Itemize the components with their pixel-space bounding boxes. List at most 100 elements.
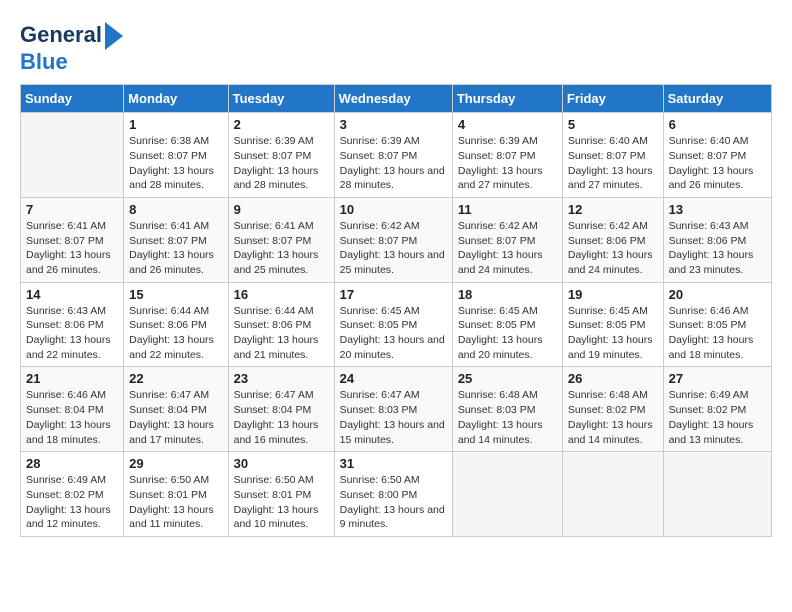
calendar-cell: 10 Sunrise: 6:42 AMSunset: 8:07 PMDayligh…: [334, 197, 452, 282]
calendar-cell: 15 Sunrise: 6:44 AMSunset: 8:06 PMDayligh…: [124, 282, 228, 367]
day-number: 19: [568, 287, 658, 302]
cell-info: Sunrise: 6:40 AMSunset: 8:07 PMDaylight:…: [568, 134, 658, 193]
day-header-thursday: Thursday: [452, 85, 562, 113]
cell-info: Sunrise: 6:48 AMSunset: 8:03 PMDaylight:…: [458, 388, 557, 447]
day-number: 18: [458, 287, 557, 302]
calendar-cell: 19Sunrise: 6:45 AMSunset: 8:05 PMDayligh…: [562, 282, 663, 367]
day-number: 28: [26, 456, 118, 471]
day-header-tuesday: Tuesday: [228, 85, 334, 113]
day-number: 15: [129, 287, 222, 302]
cell-info: Sunrise: 6:43 AMSunset: 8:06 PMDaylight:…: [26, 304, 118, 363]
calendar-cell: 3 Sunrise: 6:39 AMSunset: 8:07 PMDaylight…: [334, 113, 452, 198]
calendar-cell: 27 Sunrise: 6:49 AMSunset: 8:02 PMDayligh…: [663, 367, 771, 452]
calendar-cell: 29 Sunrise: 6:50 AMSunset: 8:01 PMDayligh…: [124, 452, 228, 537]
week-row-2: 7 Sunrise: 6:41 AMSunset: 8:07 PMDaylight…: [21, 197, 772, 282]
cell-info: Sunrise: 6:41 AMSunset: 8:07 PMDaylight:…: [26, 219, 118, 278]
day-header-friday: Friday: [562, 85, 663, 113]
cell-info: Sunrise: 6:46 AMSunset: 8:05 PMDaylight:…: [669, 304, 766, 363]
calendar-cell: 1Sunrise: 6:38 AMSunset: 8:07 PMDaylight…: [124, 113, 228, 198]
week-row-5: 28 Sunrise: 6:49 AMSunset: 8:02 PMDayligh…: [21, 452, 772, 537]
day-number: 27: [669, 371, 766, 386]
day-number: 26: [568, 371, 658, 386]
calendar-cell: 21 Sunrise: 6:46 AMSunset: 8:04 PMDayligh…: [21, 367, 124, 452]
calendar-cell: 24 Sunrise: 6:47 AMSunset: 8:03 PMDayligh…: [334, 367, 452, 452]
calendar-cell: 28 Sunrise: 6:49 AMSunset: 8:02 PMDayligh…: [21, 452, 124, 537]
day-number: 21: [26, 371, 118, 386]
cell-info: Sunrise: 6:48 AMSunset: 8:02 PMDaylight:…: [568, 388, 658, 447]
cell-info: Sunrise: 6:50 AMSunset: 8:01 PMDaylight:…: [129, 473, 222, 532]
cell-info: Sunrise: 6:45 AMSunset: 8:05 PMDaylight:…: [340, 304, 447, 363]
week-row-3: 14 Sunrise: 6:43 AMSunset: 8:06 PMDayligh…: [21, 282, 772, 367]
calendar-cell: 8 Sunrise: 6:41 AMSunset: 8:07 PMDaylight…: [124, 197, 228, 282]
day-number: 24: [340, 371, 447, 386]
day-number: 13: [669, 202, 766, 217]
day-number: 25: [458, 371, 557, 386]
cell-info: Sunrise: 6:45 AMSunset: 8:05 PMDaylight:…: [458, 304, 557, 363]
cell-info: Sunrise: 6:44 AMSunset: 8:06 PMDaylight:…: [129, 304, 222, 363]
calendar-cell: [663, 452, 771, 537]
day-header-saturday: Saturday: [663, 85, 771, 113]
day-number: 23: [234, 371, 329, 386]
day-number: 29: [129, 456, 222, 471]
cell-info: Sunrise: 6:50 AMSunset: 8:01 PMDaylight:…: [234, 473, 329, 532]
cell-info: Sunrise: 6:41 AMSunset: 8:07 PMDaylight:…: [129, 219, 222, 278]
week-row-4: 21 Sunrise: 6:46 AMSunset: 8:04 PMDayligh…: [21, 367, 772, 452]
cell-info: Sunrise: 6:42 AMSunset: 8:07 PMDaylight:…: [458, 219, 557, 278]
cell-info: Sunrise: 6:46 AMSunset: 8:04 PMDaylight:…: [26, 388, 118, 447]
cell-info: Sunrise: 6:47 AMSunset: 8:04 PMDaylight:…: [129, 388, 222, 447]
day-number: 3: [340, 117, 447, 132]
calendar-cell: 16Sunrise: 6:44 AMSunset: 8:06 PMDayligh…: [228, 282, 334, 367]
day-number: 6: [669, 117, 766, 132]
calendar-cell: 13Sunrise: 6:43 AMSunset: 8:06 PMDayligh…: [663, 197, 771, 282]
day-number: 11: [458, 202, 557, 217]
calendar-cell: 4 Sunrise: 6:39 AMSunset: 8:07 PMDaylight…: [452, 113, 562, 198]
calendar-cell: [21, 113, 124, 198]
calendar-cell: 12 Sunrise: 6:42 AMSunset: 8:06 PMDayligh…: [562, 197, 663, 282]
logo-arrow-icon: [105, 22, 123, 50]
day-number: 22: [129, 371, 222, 386]
week-row-1: 1Sunrise: 6:38 AMSunset: 8:07 PMDaylight…: [21, 113, 772, 198]
calendar-cell: 11 Sunrise: 6:42 AMSunset: 8:07 PMDayligh…: [452, 197, 562, 282]
calendar-cell: 14 Sunrise: 6:43 AMSunset: 8:06 PMDayligh…: [21, 282, 124, 367]
cell-info: Sunrise: 6:42 AMSunset: 8:07 PMDaylight:…: [340, 219, 447, 278]
logo-blue: Blue: [20, 49, 68, 74]
cell-info: Sunrise: 6:42 AMSunset: 8:06 PMDaylight:…: [568, 219, 658, 278]
day-number: 5: [568, 117, 658, 132]
calendar-cell: 26 Sunrise: 6:48 AMSunset: 8:02 PMDayligh…: [562, 367, 663, 452]
calendar-cell: 7 Sunrise: 6:41 AMSunset: 8:07 PMDaylight…: [21, 197, 124, 282]
cell-info: Sunrise: 6:49 AMSunset: 8:02 PMDaylight:…: [26, 473, 118, 532]
day-header-monday: Monday: [124, 85, 228, 113]
cell-info: Sunrise: 6:49 AMSunset: 8:02 PMDaylight:…: [669, 388, 766, 447]
day-number: 20: [669, 287, 766, 302]
day-number: 7: [26, 202, 118, 217]
cell-info: Sunrise: 6:39 AMSunset: 8:07 PMDaylight:…: [458, 134, 557, 193]
calendar-cell: 2Sunrise: 6:39 AMSunset: 8:07 PMDaylight…: [228, 113, 334, 198]
day-number: 17: [340, 287, 447, 302]
day-number: 30: [234, 456, 329, 471]
day-number: 12: [568, 202, 658, 217]
calendar-cell: [562, 452, 663, 537]
calendar-cell: [452, 452, 562, 537]
cell-info: Sunrise: 6:39 AMSunset: 8:07 PMDaylight:…: [340, 134, 447, 193]
calendar-cell: 22 Sunrise: 6:47 AMSunset: 8:04 PMDayligh…: [124, 367, 228, 452]
day-number: 10: [340, 202, 447, 217]
logo: General Blue: [20, 20, 123, 74]
calendar-cell: 31 Sunrise: 6:50 AMSunset: 8:00 PMDayligh…: [334, 452, 452, 537]
day-number: 9: [234, 202, 329, 217]
day-number: 14: [26, 287, 118, 302]
cell-info: Sunrise: 6:47 AMSunset: 8:04 PMDaylight:…: [234, 388, 329, 447]
cell-info: Sunrise: 6:44 AMSunset: 8:06 PMDaylight:…: [234, 304, 329, 363]
header-row: SundayMondayTuesdayWednesdayThursdayFrid…: [21, 85, 772, 113]
cell-info: Sunrise: 6:50 AMSunset: 8:00 PMDaylight:…: [340, 473, 447, 532]
cell-info: Sunrise: 6:40 AMSunset: 8:07 PMDaylight:…: [669, 134, 766, 193]
calendar-cell: 25 Sunrise: 6:48 AMSunset: 8:03 PMDayligh…: [452, 367, 562, 452]
logo-general: General: [20, 23, 102, 47]
calendar-cell: 5 Sunrise: 6:40 AMSunset: 8:07 PMDaylight…: [562, 113, 663, 198]
day-number: 31: [340, 456, 447, 471]
cell-info: Sunrise: 6:39 AMSunset: 8:07 PMDaylight:…: [234, 134, 329, 193]
page-header: General Blue: [20, 20, 772, 74]
cell-info: Sunrise: 6:47 AMSunset: 8:03 PMDaylight:…: [340, 388, 447, 447]
day-number: 8: [129, 202, 222, 217]
calendar-cell: 23 Sunrise: 6:47 AMSunset: 8:04 PMDayligh…: [228, 367, 334, 452]
day-number: 4: [458, 117, 557, 132]
